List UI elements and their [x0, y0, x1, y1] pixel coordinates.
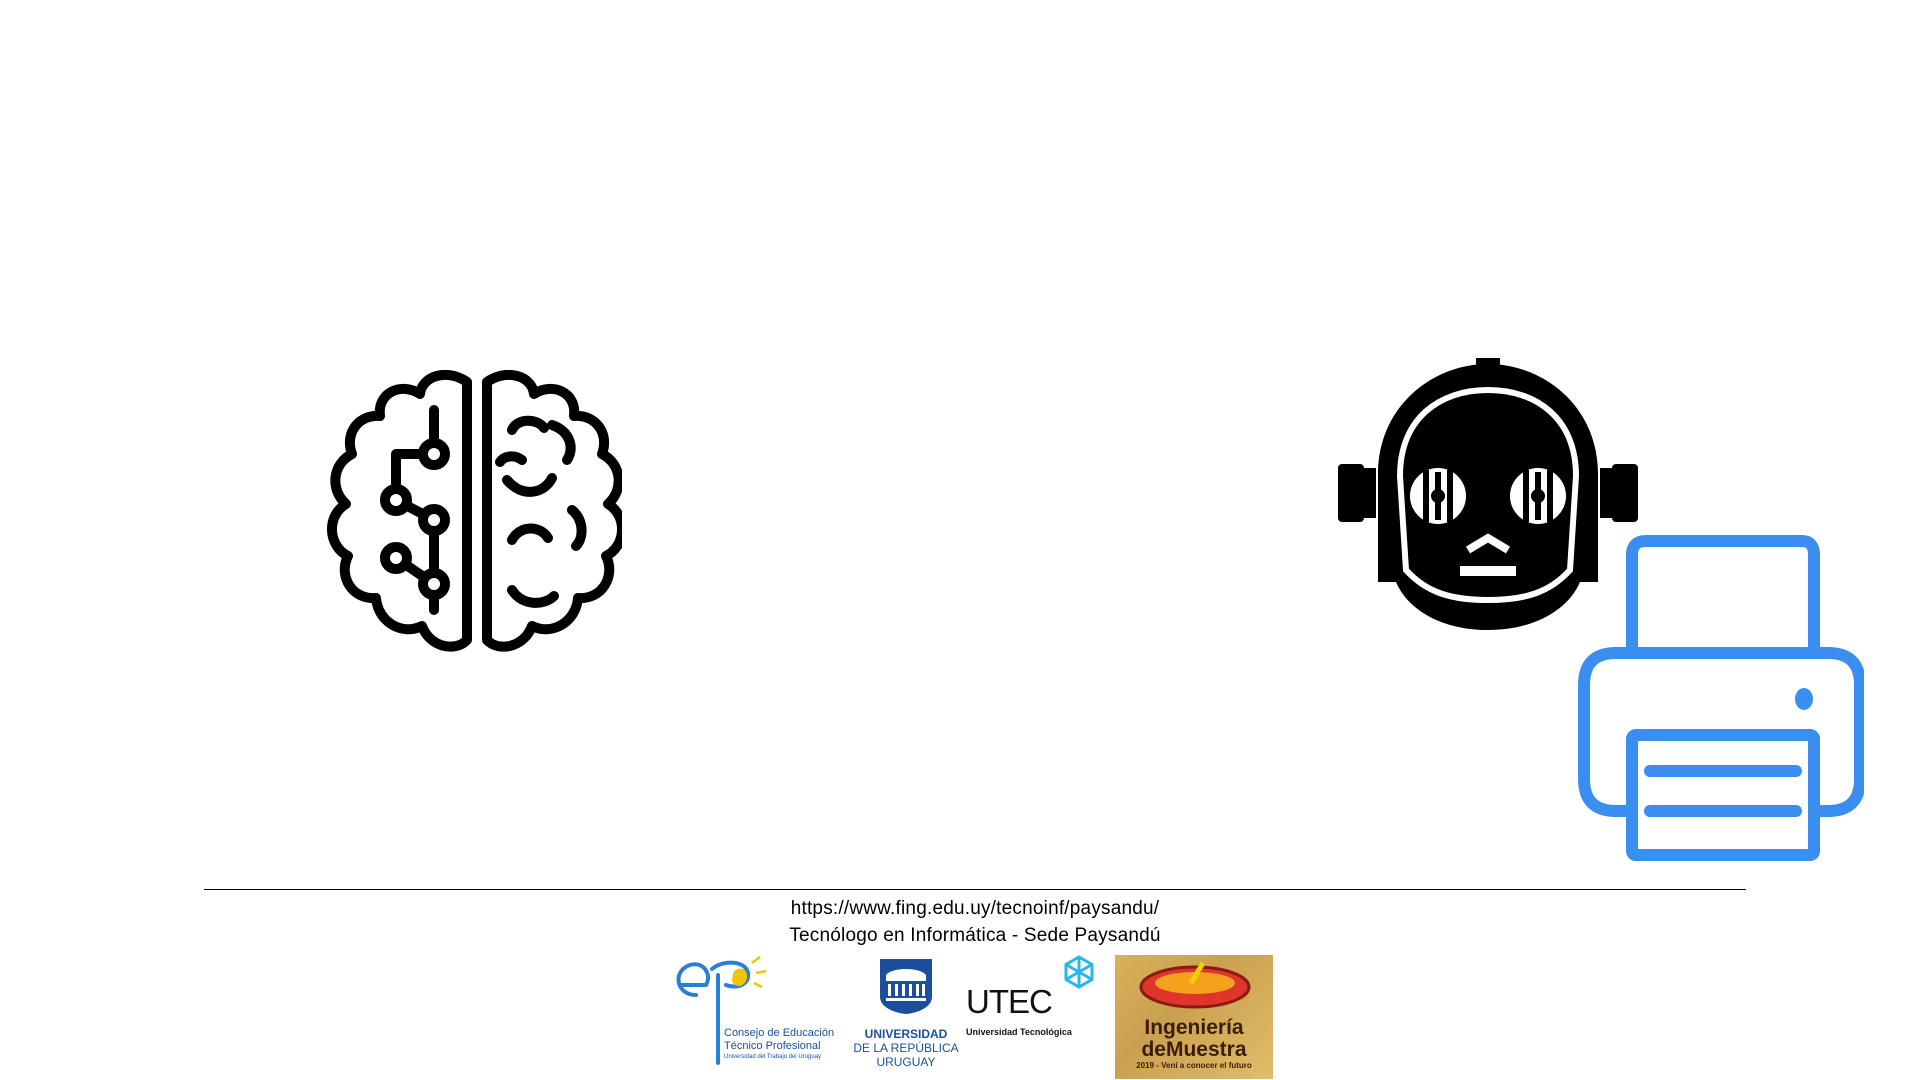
utec-sub: Universidad Tecnológica: [966, 1027, 1072, 1037]
printer-icon: [1578, 535, 1864, 861]
udelar-line1: UNIVERSIDAD: [864, 1027, 948, 1041]
brain-circuit-icon: [327, 370, 622, 652]
footer-url[interactable]: https://www.fing.edu.uy/tecnoinf/paysand…: [0, 898, 1920, 920]
idm-line2: deMuestra: [1141, 1038, 1247, 1061]
idm-line3: 2019 - Vení a conocer el futuro: [1136, 1061, 1252, 1070]
utec-name: UTEC: [966, 983, 1053, 1020]
udelar-line3: URUGUAY: [876, 1055, 936, 1069]
cetp-line3: Universidad del Trabajo del Uruguay: [724, 1054, 822, 1060]
cetp-logo: Consejo de Educación Técnico Profesional…: [666, 955, 848, 1071]
footer-tagline: Tecnólogo en Informática - Sede Paysandú: [789, 925, 1161, 946]
idm-line1: Ingeniería: [1144, 1016, 1244, 1039]
footer-divider: [204, 889, 1746, 890]
udelar-logo: UNIVERSIDAD DE LA REPÚBLICA URUGUAY: [850, 955, 962, 1075]
ingenieria-demuestra-logo: Ingeniería deMuestra 2019 - Vení a conoc…: [1115, 955, 1273, 1079]
cetp-line1: Consejo de Educación: [724, 1027, 835, 1039]
udelar-line2: DE LA REPÚBLICA: [853, 1041, 959, 1055]
cetp-line2: Técnico Profesional: [724, 1040, 821, 1052]
utec-logo: UTEC Universidad Tecnológica: [966, 955, 1098, 1045]
